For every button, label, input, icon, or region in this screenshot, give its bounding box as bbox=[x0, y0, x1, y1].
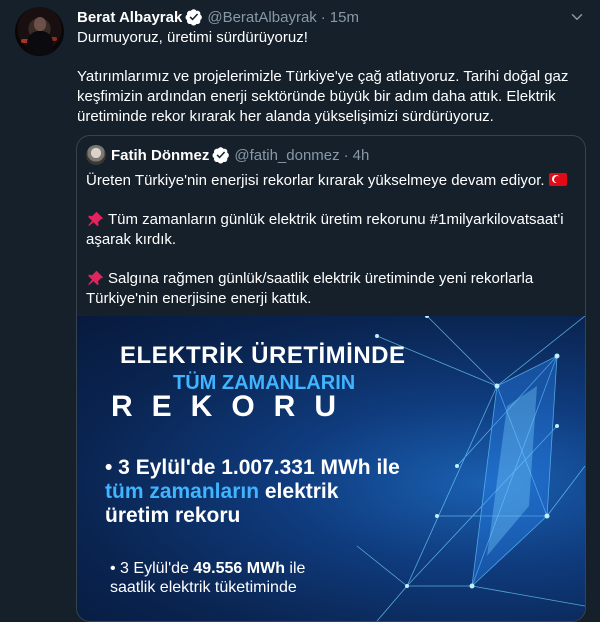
tweet-header: Berat Albayrak @BeratAlbayrak · 15m bbox=[77, 7, 359, 27]
author-handle[interactable]: @BeratAlbayrak bbox=[207, 9, 316, 26]
tweet-body: Durmuyoruz, üretimi sürdürüyoruz! Yatırı… bbox=[77, 28, 587, 127]
author-avatar[interactable] bbox=[15, 7, 64, 56]
quoted-author-name[interactable]: Fatih Dönmez bbox=[111, 147, 209, 164]
verified-badge-icon bbox=[185, 9, 203, 26]
quoted-author-handle[interactable]: @fatih_donmez bbox=[234, 147, 339, 164]
tweet-line: Durmuyoruz, üretimi sürdürüyoruz! bbox=[77, 29, 308, 46]
quoted-paragraph: Üreten Türkiye'nin enerjisi rekorlar kır… bbox=[86, 171, 576, 191]
separator-dot: · bbox=[320, 8, 326, 26]
verified-badge-icon bbox=[212, 147, 230, 164]
separator-dot: · bbox=[343, 146, 349, 164]
chevron-down-icon[interactable] bbox=[568, 8, 586, 26]
tweet-line: Yatırımlarımız ve projelerimizle Türkiye… bbox=[77, 68, 569, 125]
image-title-line3: REKORU bbox=[111, 390, 356, 423]
quoted-tweet-header: Fatih Dönmez @fatih_donmez · 4h bbox=[86, 145, 369, 165]
image-bullet-1: • 3 Eylül'de 1.007.331 MWh ile tüm zaman… bbox=[105, 456, 400, 527]
pushpin-icon bbox=[88, 270, 104, 285]
quoted-tweet-timestamp[interactable]: 4h bbox=[353, 147, 370, 164]
turkey-flag-icon bbox=[548, 173, 567, 186]
author-name[interactable]: Berat Albayrak bbox=[77, 9, 182, 26]
quoted-author-avatar[interactable] bbox=[86, 145, 106, 165]
quoted-paragraph: Tüm zamanların günlük elektrik üretim re… bbox=[86, 211, 564, 248]
image-bullet-2: • 3 Eylül'de 49.556 MWh ile saatlik elek… bbox=[110, 560, 306, 596]
tweet[interactable]: Berat Albayrak @BeratAlbayrak · 15m Durm… bbox=[0, 0, 600, 622]
tweet-timestamp[interactable]: 15m bbox=[330, 9, 359, 26]
quoted-paragraph: Salgına rağmen günlük/saatlik elektrik ü… bbox=[86, 270, 534, 307]
quoted-tweet-image[interactable]: ELEKTRİK ÜRETİMİNDE TÜM ZAMANLARIN REKOR… bbox=[77, 316, 585, 621]
pushpin-icon bbox=[88, 211, 104, 226]
quoted-tweet-body: Üreten Türkiye'nin enerjisi rekorlar kır… bbox=[86, 171, 576, 309]
image-title-line1: ELEKTRİK ÜRETİMİNDE bbox=[120, 342, 406, 369]
quoted-tweet[interactable]: Fatih Dönmez @fatih_donmez · 4h Üreten T… bbox=[76, 135, 586, 622]
